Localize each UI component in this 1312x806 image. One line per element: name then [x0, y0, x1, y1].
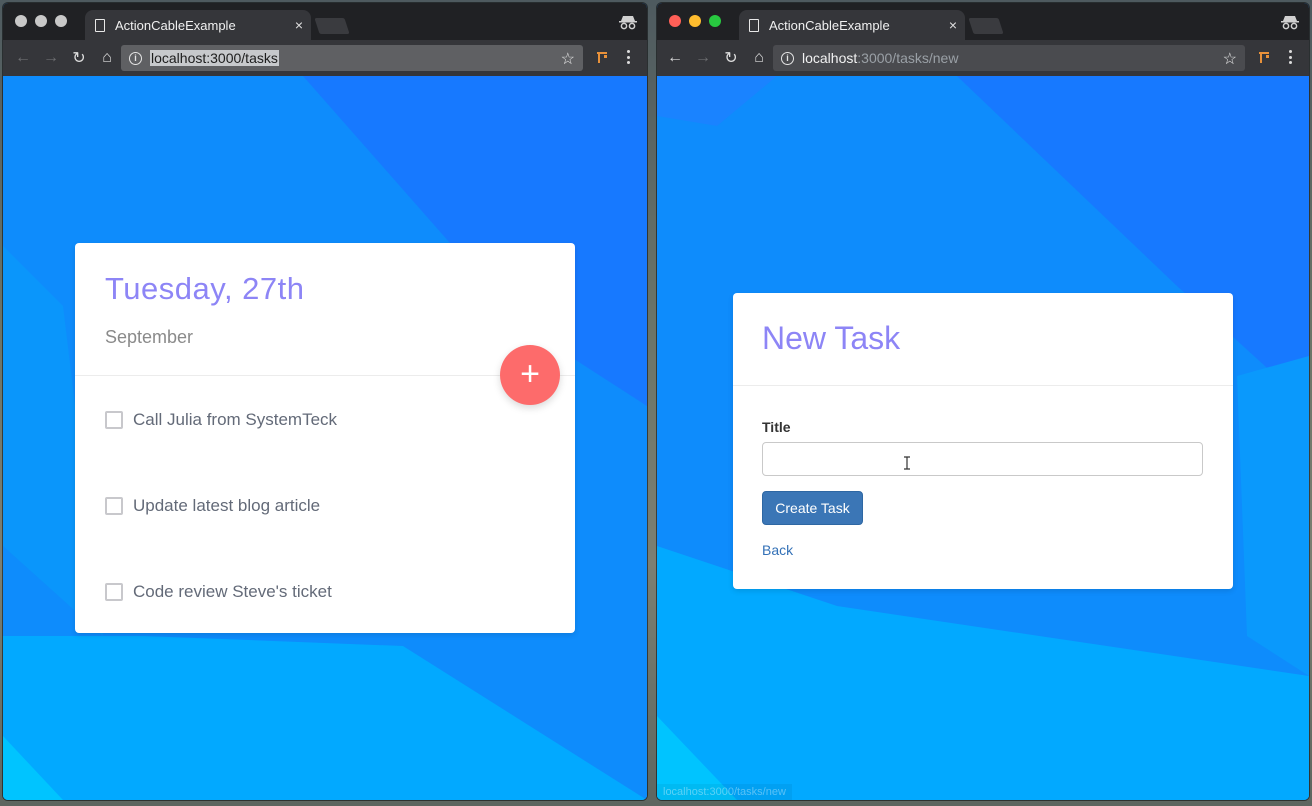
browser-toolbar: ← → ↻ ⌂ i localhost:3000/tasks/new ☆ — [657, 40, 1309, 76]
task-label: Call Julia from SystemTeck — [133, 410, 338, 429]
home-icon[interactable]: ⌂ — [93, 44, 121, 72]
extension-icon[interactable] — [595, 51, 609, 65]
reload-icon[interactable]: ↻ — [65, 44, 93, 72]
back-link[interactable]: Back — [762, 542, 793, 558]
browser-toolbar: ← → ↻ ⌂ i localhost:3000/tasks ☆ — [3, 40, 647, 76]
divider — [733, 385, 1233, 386]
browser-window-left: ActionCableExample × ← → ↻ ⌂ i localhost… — [3, 3, 647, 800]
title-label: Title — [762, 419, 791, 435]
address-bar[interactable]: i localhost:3000/tasks ☆ — [121, 45, 583, 71]
address-bar[interactable]: i localhost:3000/tasks/new ☆ — [773, 45, 1245, 71]
title-input[interactable] — [762, 442, 1203, 476]
tab-strip: ActionCableExample × — [3, 3, 647, 40]
card-month: September — [105, 327, 194, 347]
back-arrow-icon[interactable]: ← — [661, 44, 689, 72]
add-task-button[interactable]: + — [500, 345, 560, 405]
page-viewport: Tuesday, 27th September + Call Julia fro… — [3, 76, 647, 800]
star-icon[interactable]: ☆ — [561, 49, 575, 69]
close-icon[interactable]: × — [941, 17, 965, 33]
page-viewport: New Task Title Create Task Back localhos… — [657, 76, 1309, 800]
menu-icon[interactable] — [627, 48, 631, 66]
task-label: Code review Steve's ticket — [133, 582, 332, 601]
forward-arrow-icon[interactable]: → — [689, 44, 717, 72]
reload-icon[interactable]: ↻ — [717, 44, 745, 72]
info-icon[interactable]: i — [781, 51, 794, 65]
text-cursor-icon — [904, 456, 910, 470]
minimize-window-button[interactable] — [35, 15, 47, 27]
back-arrow-icon[interactable]: ← — [9, 44, 37, 72]
tab-title: ActionCableExample — [769, 17, 890, 33]
new-tab-button[interactable] — [314, 18, 350, 34]
doc-icon — [749, 18, 759, 32]
close-window-button[interactable] — [15, 15, 27, 27]
minimize-window-button[interactable] — [689, 15, 701, 27]
page-title: New Task — [762, 320, 901, 356]
card-date: Tuesday, 27th — [105, 271, 305, 306]
create-task-button[interactable]: Create Task — [762, 491, 863, 525]
forward-arrow-icon[interactable]: → — [37, 44, 65, 72]
plus-icon: + — [520, 355, 540, 393]
task-checkbox[interactable] — [105, 411, 123, 429]
task-item[interactable]: Update latest blog article — [105, 496, 320, 516]
maximize-window-button[interactable] — [709, 15, 721, 27]
task-item[interactable]: Code review Steve's ticket — [105, 582, 332, 602]
window-controls — [15, 15, 67, 27]
task-checkbox[interactable] — [105, 583, 123, 601]
browser-tab[interactable]: ActionCableExample × — [739, 10, 965, 40]
url-text: localhost:3000/tasks — [150, 50, 279, 66]
status-bar-url: localhost:3000/tasks/new — [657, 784, 792, 800]
doc-icon — [95, 18, 105, 32]
extension-icon[interactable] — [1257, 51, 1271, 65]
task-checkbox[interactable] — [105, 497, 123, 515]
maximize-window-button[interactable] — [55, 15, 67, 27]
close-icon[interactable]: × — [287, 17, 311, 33]
url-path: :3000/tasks/new — [857, 50, 959, 66]
new-tab-button[interactable] — [968, 18, 1004, 34]
browser-window-right: ActionCableExample × ← → ↻ ⌂ i localhost… — [657, 3, 1309, 800]
menu-icon[interactable] — [1289, 48, 1293, 66]
close-window-button[interactable] — [669, 15, 681, 27]
window-controls — [669, 15, 721, 27]
new-task-card: New Task Title Create Task Back — [733, 293, 1233, 589]
home-icon[interactable]: ⌂ — [745, 44, 773, 72]
incognito-icon — [619, 16, 637, 30]
todo-card: Tuesday, 27th September + Call Julia fro… — [75, 243, 575, 633]
info-icon[interactable]: i — [129, 51, 142, 65]
task-item[interactable]: Call Julia from SystemTeck — [105, 410, 337, 430]
url-host: localhost — [802, 50, 858, 66]
star-icon[interactable]: ☆ — [1223, 49, 1237, 69]
incognito-icon — [1281, 16, 1299, 30]
task-label: Update latest blog article — [133, 496, 321, 515]
browser-tab[interactable]: ActionCableExample × — [85, 10, 311, 40]
tab-strip: ActionCableExample × — [657, 3, 1309, 40]
tab-title: ActionCableExample — [115, 17, 236, 33]
